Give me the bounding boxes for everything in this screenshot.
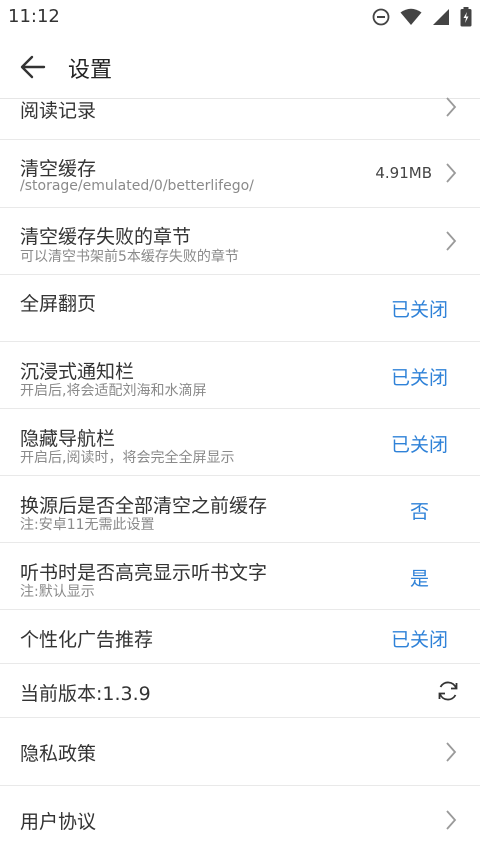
signal-icon: [432, 8, 450, 26]
setting-title: 清空缓存失败的章节: [20, 226, 192, 248]
back-button[interactable]: [18, 52, 48, 82]
app-bar: 设置: [0, 34, 480, 99]
arrow-left-icon: [20, 55, 46, 79]
chevron-right-icon: [444, 809, 458, 831]
do-not-disturb-icon: [372, 8, 390, 26]
chevron-right-icon: [444, 162, 458, 184]
setting-user-agreement[interactable]: 用户协议: [0, 786, 480, 853]
setting-clear-cache-on-source-change[interactable]: 换源后是否全部清空之前缓存 注:安卓11无需此设置 否: [0, 476, 480, 543]
setting-title: 用户协议: [20, 811, 97, 833]
setting-title: 隐私政策: [20, 743, 97, 765]
fullscreen-paging-toggle[interactable]: 已关闭: [391, 295, 448, 322]
battery-charging-icon: [460, 7, 472, 27]
immersive-notification-toggle[interactable]: 已关闭: [391, 363, 448, 390]
setting-fullscreen-paging[interactable]: 全屏翻页 已关闭: [0, 275, 480, 342]
clear-cache-on-source-change-toggle[interactable]: 否: [410, 497, 429, 524]
chevron-right-icon: [444, 230, 458, 252]
setting-subtitle: 注:安卓11无需此设置: [20, 517, 155, 533]
chevron-right-icon: [444, 741, 458, 763]
setting-subtitle: 开启后,将会适配刘海和水滴屏: [20, 383, 207, 399]
setting-clear-cache[interactable]: 清空缓存 /storage/emulated/0/betterlifego/ 4…: [0, 140, 480, 208]
setting-title: 全屏翻页: [20, 293, 97, 315]
setting-title: 清空缓存: [20, 158, 97, 180]
setting-subtitle: 可以清空书架前5本缓存失败的章节: [20, 249, 239, 265]
status-bar: 11:12: [0, 0, 480, 34]
personalized-ads-toggle[interactable]: 已关闭: [391, 625, 448, 652]
setting-immersive-notification[interactable]: 沉浸式通知栏 开启后,将会适配刘海和水滴屏 已关闭: [0, 342, 480, 409]
setting-subtitle: /storage/emulated/0/betterlifego/: [20, 178, 254, 194]
status-icons: [372, 7, 472, 27]
status-time: 11:12: [8, 6, 60, 27]
setting-highlight-listening-text[interactable]: 听书时是否高亮显示听书文字 注:默认显示 是: [0, 543, 480, 610]
setting-privacy-policy[interactable]: 隐私政策: [0, 718, 480, 786]
setting-personalized-ads[interactable]: 个性化广告推荐 已关闭: [0, 610, 480, 664]
setting-title: 阅读记录: [20, 100, 97, 122]
setting-clear-failed-chapters[interactable]: 清空缓存失败的章节 可以清空书架前5本缓存失败的章节: [0, 208, 480, 275]
setting-version[interactable]: 当前版本:1.3.9: [0, 664, 480, 718]
chevron-right-icon: [444, 96, 458, 118]
highlight-listening-text-toggle[interactable]: 是: [410, 564, 429, 591]
setting-title: 个性化广告推荐: [20, 629, 154, 651]
setting-reading-history[interactable]: 阅读记录: [0, 96, 480, 140]
setting-subtitle: 注:默认显示: [20, 584, 95, 600]
wifi-icon: [400, 8, 422, 26]
hide-navigation-toggle[interactable]: 已关闭: [391, 430, 448, 457]
refresh-icon[interactable]: [436, 679, 460, 703]
cache-size-value: 4.91MB: [375, 164, 432, 182]
version-label: 当前版本:1.3.9: [20, 683, 151, 705]
setting-hide-navigation[interactable]: 隐藏导航栏 开启后,阅读时，将会完全全屏显示 已关闭: [0, 409, 480, 476]
setting-subtitle: 开启后,阅读时，将会完全全屏显示: [20, 450, 235, 466]
page-title: 设置: [68, 58, 113, 83]
